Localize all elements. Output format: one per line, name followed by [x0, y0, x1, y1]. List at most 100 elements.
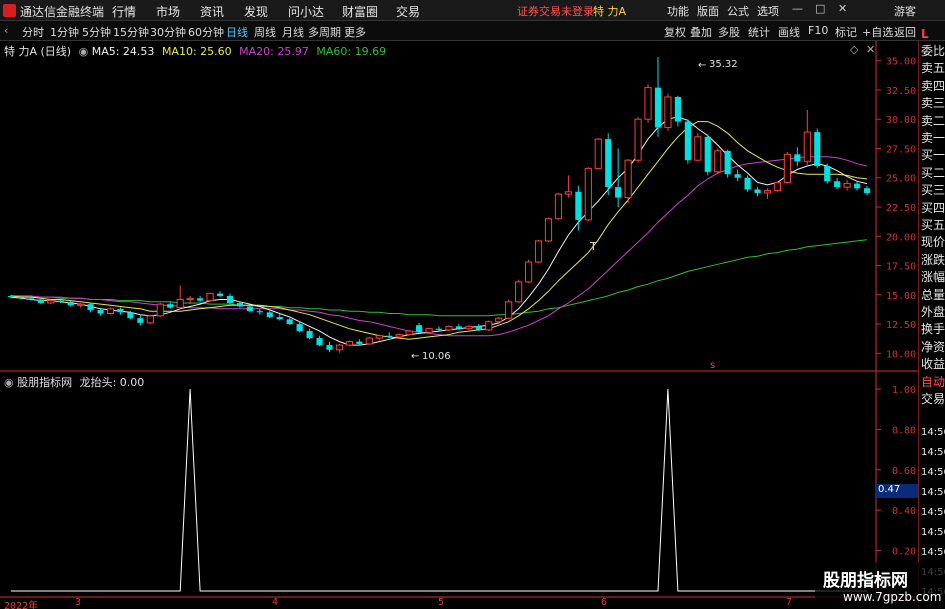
tool-overlay[interactable]: 叠加	[690, 24, 712, 40]
candle-body-down	[744, 177, 751, 190]
chart-diamond-icon[interactable]: ◇	[850, 43, 858, 56]
side-panel-item[interactable]: 自动	[921, 374, 945, 390]
tool-mark[interactable]: 标记	[835, 24, 857, 40]
menu-item-discover[interactable]: 发现	[244, 3, 268, 20]
tool-f10[interactable]: F10	[808, 24, 828, 37]
side-panel-item[interactable]: 收益	[921, 356, 945, 372]
menu-item-wealth[interactable]: 财富圈	[342, 3, 378, 20]
side-panel-time: 14:56	[921, 507, 945, 518]
tool-rights-adjust[interactable]: 复权	[664, 24, 686, 40]
candle-body-up	[156, 303, 164, 317]
menu-item-assistant[interactable]: 问小达	[288, 3, 324, 20]
candle-body-down	[834, 181, 841, 188]
period-tab-daily[interactable]: 日线	[226, 24, 248, 40]
candle-body-down	[266, 312, 273, 318]
tool-draw-line[interactable]: 画线	[778, 24, 800, 40]
price-ticks: 35.00 32.50 30.00 27.50 25.00 22.50 20.00 17.50…	[876, 57, 916, 360]
tool-back[interactable]: 返回	[894, 24, 916, 40]
candle-body-up	[634, 118, 642, 161]
side-panel-item[interactable]: 卖一	[921, 130, 945, 146]
minimize-icon[interactable]: —	[792, 2, 803, 15]
side-panel-item[interactable]: 买五	[921, 217, 945, 233]
legend-settings-icon[interactable]: ◉	[79, 45, 89, 58]
menu-item-trade[interactable]: 交易	[396, 3, 420, 20]
period-tab-15min[interactable]: 15分钟	[113, 24, 149, 40]
candle-body-down	[167, 304, 174, 308]
side-panel-item[interactable]: 委比	[921, 43, 945, 59]
price-tick-label: 12.50	[886, 320, 916, 331]
login-status[interactable]: 证券交易未登录	[517, 3, 594, 19]
period-tab-more[interactable]: 更多	[344, 24, 366, 40]
kline-chart[interactable]: 35.00 32.50 30.00 27.50 25.00 22.50 20.00 17.50…	[0, 41, 918, 609]
user-label[interactable]: 游客	[894, 3, 916, 19]
candle-body-down	[97, 309, 104, 314]
candle-body-up	[106, 308, 115, 315]
menu-item-options[interactable]: 选项	[757, 3, 779, 19]
ma5-label: MA5: 24.53	[91, 45, 155, 58]
indicator-settings-icon[interactable]: ◉	[4, 376, 14, 389]
side-panel-item[interactable]: 外盘	[921, 304, 945, 320]
period-tab-intraday[interactable]: 分时	[22, 24, 44, 40]
ma10-line	[10, 121, 868, 340]
side-panel-item[interactable]: 卖四	[921, 78, 945, 94]
ma20-label: MA20: 25.97	[239, 45, 309, 58]
menu-item-market[interactable]: 市场	[156, 3, 180, 20]
period-tab-weekly[interactable]: 周线	[254, 24, 276, 40]
side-panel-time: 14:56	[921, 487, 945, 498]
side-panel-item[interactable]: 卖五	[921, 60, 945, 76]
period-tab-multi[interactable]: 多周期	[308, 24, 341, 40]
menu-item-formula[interactable]: 公式	[727, 3, 749, 19]
period-tab-5min[interactable]: 5分钟	[82, 24, 111, 40]
side-panel-item[interactable]: 净资	[921, 339, 945, 355]
candle-body-down	[117, 308, 124, 313]
close-icon[interactable]: ✕	[838, 2, 847, 15]
period-tab-1min[interactable]: 1分钟	[50, 24, 79, 40]
candle-body-up	[77, 303, 85, 306]
toolbar-left-arrow-icon[interactable]: ‹	[4, 24, 8, 37]
chart-close-icon[interactable]: ✕	[866, 43, 875, 56]
period-tab-60min[interactable]: 60分钟	[188, 24, 224, 40]
period-tab-monthly[interactable]: 月线	[282, 24, 304, 40]
chart-legend: 特 力A (日线) ◉ MA5: 24.53 MA10: 25.60 MA20:…	[4, 43, 386, 59]
side-panel-item[interactable]: 买三	[921, 182, 945, 198]
side-panel-time: 14:56	[921, 547, 945, 558]
indicator-line	[11, 388, 867, 592]
menu-item-layout[interactable]: 版面	[697, 3, 719, 19]
maximize-icon[interactable]: □	[815, 2, 825, 15]
menu-item-quotes[interactable]: 行情	[112, 3, 136, 20]
side-panel-item[interactable]: 涨幅	[921, 269, 945, 285]
tool-add-favorite[interactable]: +自选	[862, 24, 893, 40]
menu-item-news[interactable]: 资讯	[200, 3, 224, 20]
price-tick-label: 15.00	[886, 291, 916, 302]
candle-body-up	[465, 325, 473, 330]
menu-item-function[interactable]: 功能	[667, 3, 689, 19]
tool-statistics[interactable]: 统计	[748, 24, 770, 40]
candle-body-up	[47, 300, 55, 304]
side-panel-item[interactable]: 换手	[921, 321, 945, 337]
side-panel-item[interactable]: 交易	[921, 391, 945, 407]
candle-body-up	[405, 330, 413, 336]
candle-body-up	[525, 261, 533, 283]
watermark-url: www.7gpzb.com	[843, 590, 942, 604]
candle-body-up	[515, 281, 523, 303]
side-panel-item[interactable]: 买一	[921, 147, 945, 163]
price-tick-label: 17.50	[886, 262, 916, 273]
side-panel-item[interactable]: 买四	[921, 200, 945, 216]
candle-body-down	[734, 174, 741, 178]
candle-body-down	[7, 295, 15, 298]
side-panel-item[interactable]: 卖三	[921, 95, 945, 111]
candle-body-down	[386, 335, 393, 337]
side-panel-item[interactable]: 现价	[921, 234, 945, 250]
candle-body-down	[226, 295, 234, 303]
watermark: 股朋指标网 www.7gpzb.com	[815, 562, 945, 609]
period-tab-30min[interactable]: 30分钟	[150, 24, 186, 40]
side-panel-item[interactable]: 总量	[921, 287, 945, 303]
indicator-tick-label: 0.60	[892, 466, 916, 477]
tool-multi-stock[interactable]: 多股	[718, 24, 740, 40]
candle-body-down	[814, 132, 821, 167]
side-panel-item[interactable]: 卖二	[921, 113, 945, 129]
side-panel-item[interactable]: 买二	[921, 165, 945, 181]
candle-body-up	[544, 218, 553, 242]
side-panel-item[interactable]: 涨跌	[921, 252, 945, 268]
time-label-jul: 7	[786, 597, 793, 608]
